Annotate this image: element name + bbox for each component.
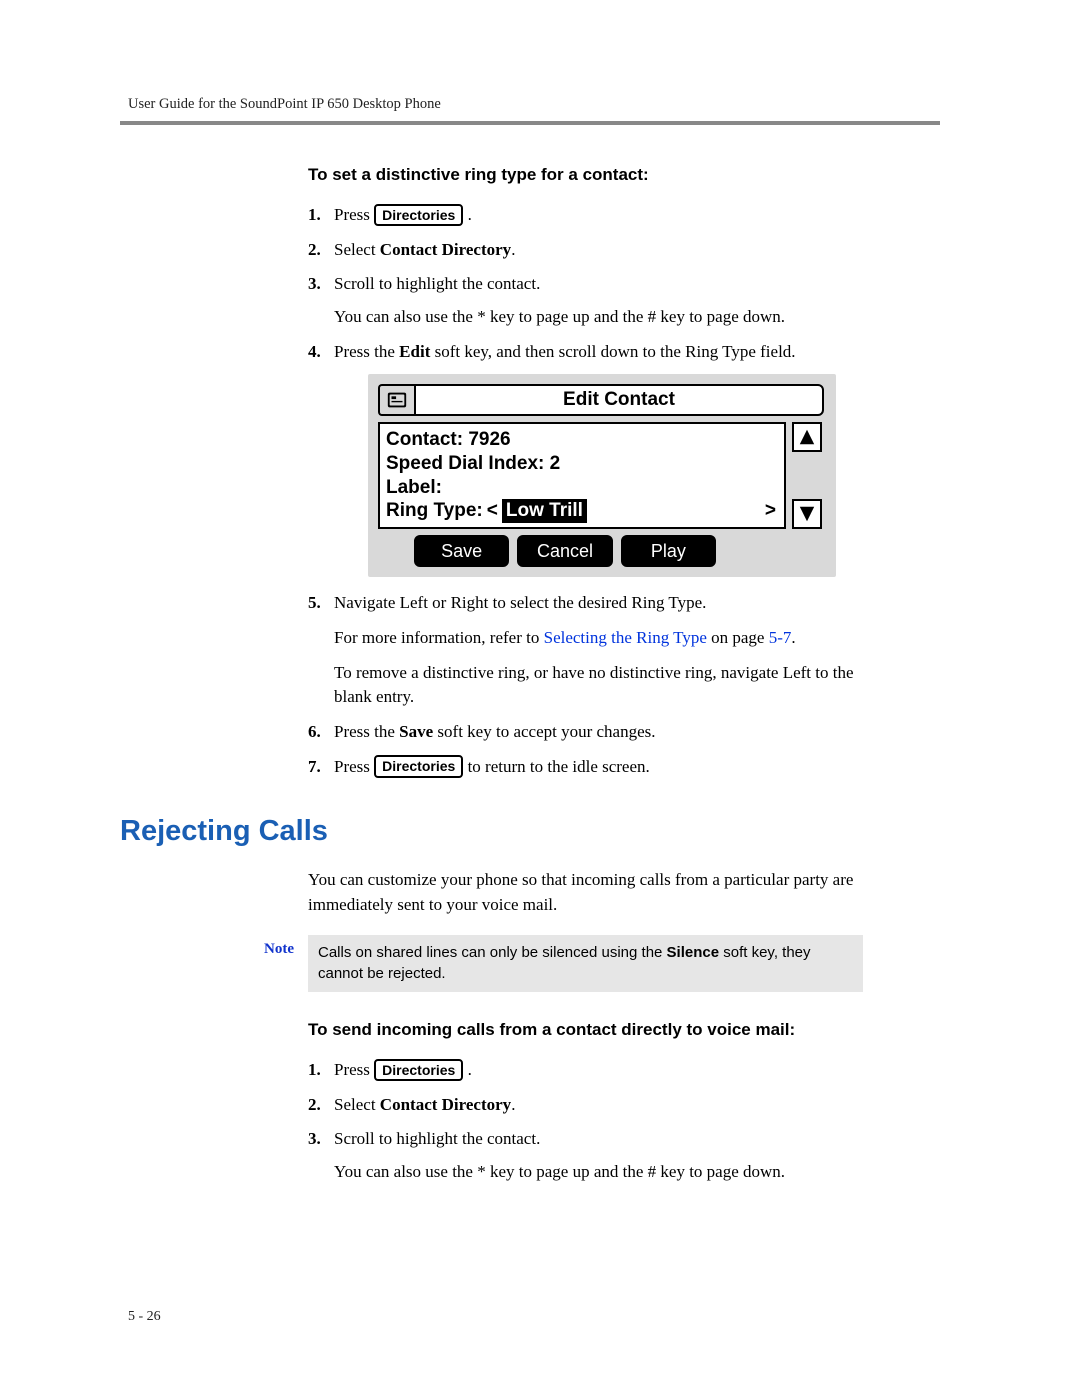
step-3: Scroll to highlight the contact. You can… (308, 272, 863, 329)
note-text-a: Calls on shared lines can only be silenc… (318, 944, 667, 961)
step-4: Press the Edit soft key, and then scroll… (308, 340, 863, 578)
step-6: Press the Save soft key to accept your c… (308, 720, 863, 745)
lcd-fields: Contact: 7926 Speed Dial Index: 2 Label:… (378, 422, 786, 529)
step-4-b: Edit (399, 342, 430, 361)
lcd-contact-label: Contact: (386, 429, 463, 450)
lcd-ring-label: Ring Type: (386, 499, 483, 523)
vm-step-2-pre: Select (334, 1095, 380, 1114)
lcd-sdi-label: Speed Dial Index: (386, 453, 544, 474)
steps-ringtype: Press Directories . Select Contact Direc… (308, 203, 863, 779)
vm-step-3-text: Scroll to highlight the contact. (334, 1129, 540, 1148)
lcd-contact-value: 7926 (468, 429, 510, 450)
subhead-ringtype: To set a distinctive ring type for a con… (308, 165, 863, 185)
lcd-softkey-cancel: Cancel (517, 535, 612, 567)
running-header: User Guide for the SoundPoint IP 650 Des… (128, 96, 940, 113)
lcd-title: Edit Contact (414, 384, 824, 416)
step-1-text-post: . (468, 205, 472, 224)
note-label: Note (243, 935, 308, 958)
vm-step-2: Select Contact Directory. (308, 1093, 863, 1118)
directories-button-icon: Directories (374, 204, 463, 227)
step-2-bold: Contact Directory (380, 240, 511, 259)
step-3-note: You can also use the * key to page up an… (334, 307, 785, 326)
rejecting-intro: You can customize your phone so that inc… (308, 868, 863, 917)
step-7-post: to return to the idle screen. (468, 757, 650, 776)
note-text-b: Silence (667, 944, 720, 961)
step-5c: To remove a distinctive ring, or have no… (334, 663, 854, 707)
header-rule (120, 121, 940, 125)
directories-button-icon: Directories (374, 755, 463, 778)
link-selecting-ring-type[interactable]: Selecting the Ring Type (544, 628, 707, 647)
link-page-5-7[interactable]: 5-7 (769, 628, 792, 647)
step-5-text: Navigate Left or Right to select the des… (334, 593, 706, 612)
step-2: Select Contact Directory. (308, 238, 863, 263)
page-number: 5 - 26 (128, 1309, 161, 1325)
vm-step-2-bold: Contact Directory (380, 1095, 511, 1114)
scroll-up-icon (792, 422, 822, 452)
vm-step-2-post: . (511, 1095, 515, 1114)
step-5b-c: . (791, 628, 795, 647)
step-5b-a: For more information, refer to (334, 628, 544, 647)
scroll-down-icon (792, 499, 822, 529)
step-2-pre: Select (334, 240, 380, 259)
lcd-ring-value: Low Trill (502, 499, 587, 523)
step-7: Press Directories to return to the idle … (308, 755, 863, 780)
lcd-softkey-save: Save (414, 535, 509, 567)
step-1-text-pre: Press (334, 205, 374, 224)
lcd-softkey-play: Play (621, 535, 716, 567)
directories-button-icon: Directories (374, 1059, 463, 1082)
vm-step-1-pre: Press (334, 1060, 374, 1079)
step-7-pre: Press (334, 757, 374, 776)
step-4-c: soft key, and then scroll down to the Ri… (430, 342, 795, 361)
lcd-ring-left-icon: < (485, 499, 500, 523)
step-6-c: soft key to accept your changes. (433, 722, 655, 741)
contact-card-icon (378, 384, 414, 416)
lcd-sdi-value: 2 (550, 453, 561, 474)
step-5b-b: on page (707, 628, 769, 647)
step-2-post: . (511, 240, 515, 259)
lcd-label-label: Label: (386, 477, 442, 498)
subhead-voicemail: To send incoming calls from a contact di… (308, 1020, 863, 1040)
steps-voicemail: Press Directories . Select Contact Direc… (308, 1058, 863, 1185)
step-6-a: Press the (334, 722, 399, 741)
step-4-a: Press the (334, 342, 399, 361)
step-1: Press Directories . (308, 203, 863, 228)
lcd-ring-right-icon: > (763, 499, 778, 523)
heading-rejecting-calls: Rejecting Calls (120, 815, 940, 848)
lcd-screenshot: Edit Contact Contact: 7926 Speed Dial In… (368, 374, 836, 577)
vm-step-3: Scroll to highlight the contact. You can… (308, 1127, 863, 1184)
step-5: Navigate Left or Right to select the des… (308, 591, 863, 710)
step-3-text: Scroll to highlight the contact. (334, 274, 540, 293)
vm-step-1: Press Directories . (308, 1058, 863, 1083)
vm-step-3-note: You can also use the * key to page up an… (334, 1162, 785, 1181)
vm-step-1-post: . (468, 1060, 472, 1079)
step-6-b: Save (399, 722, 433, 741)
note-box: Calls on shared lines can only be silenc… (308, 935, 863, 992)
